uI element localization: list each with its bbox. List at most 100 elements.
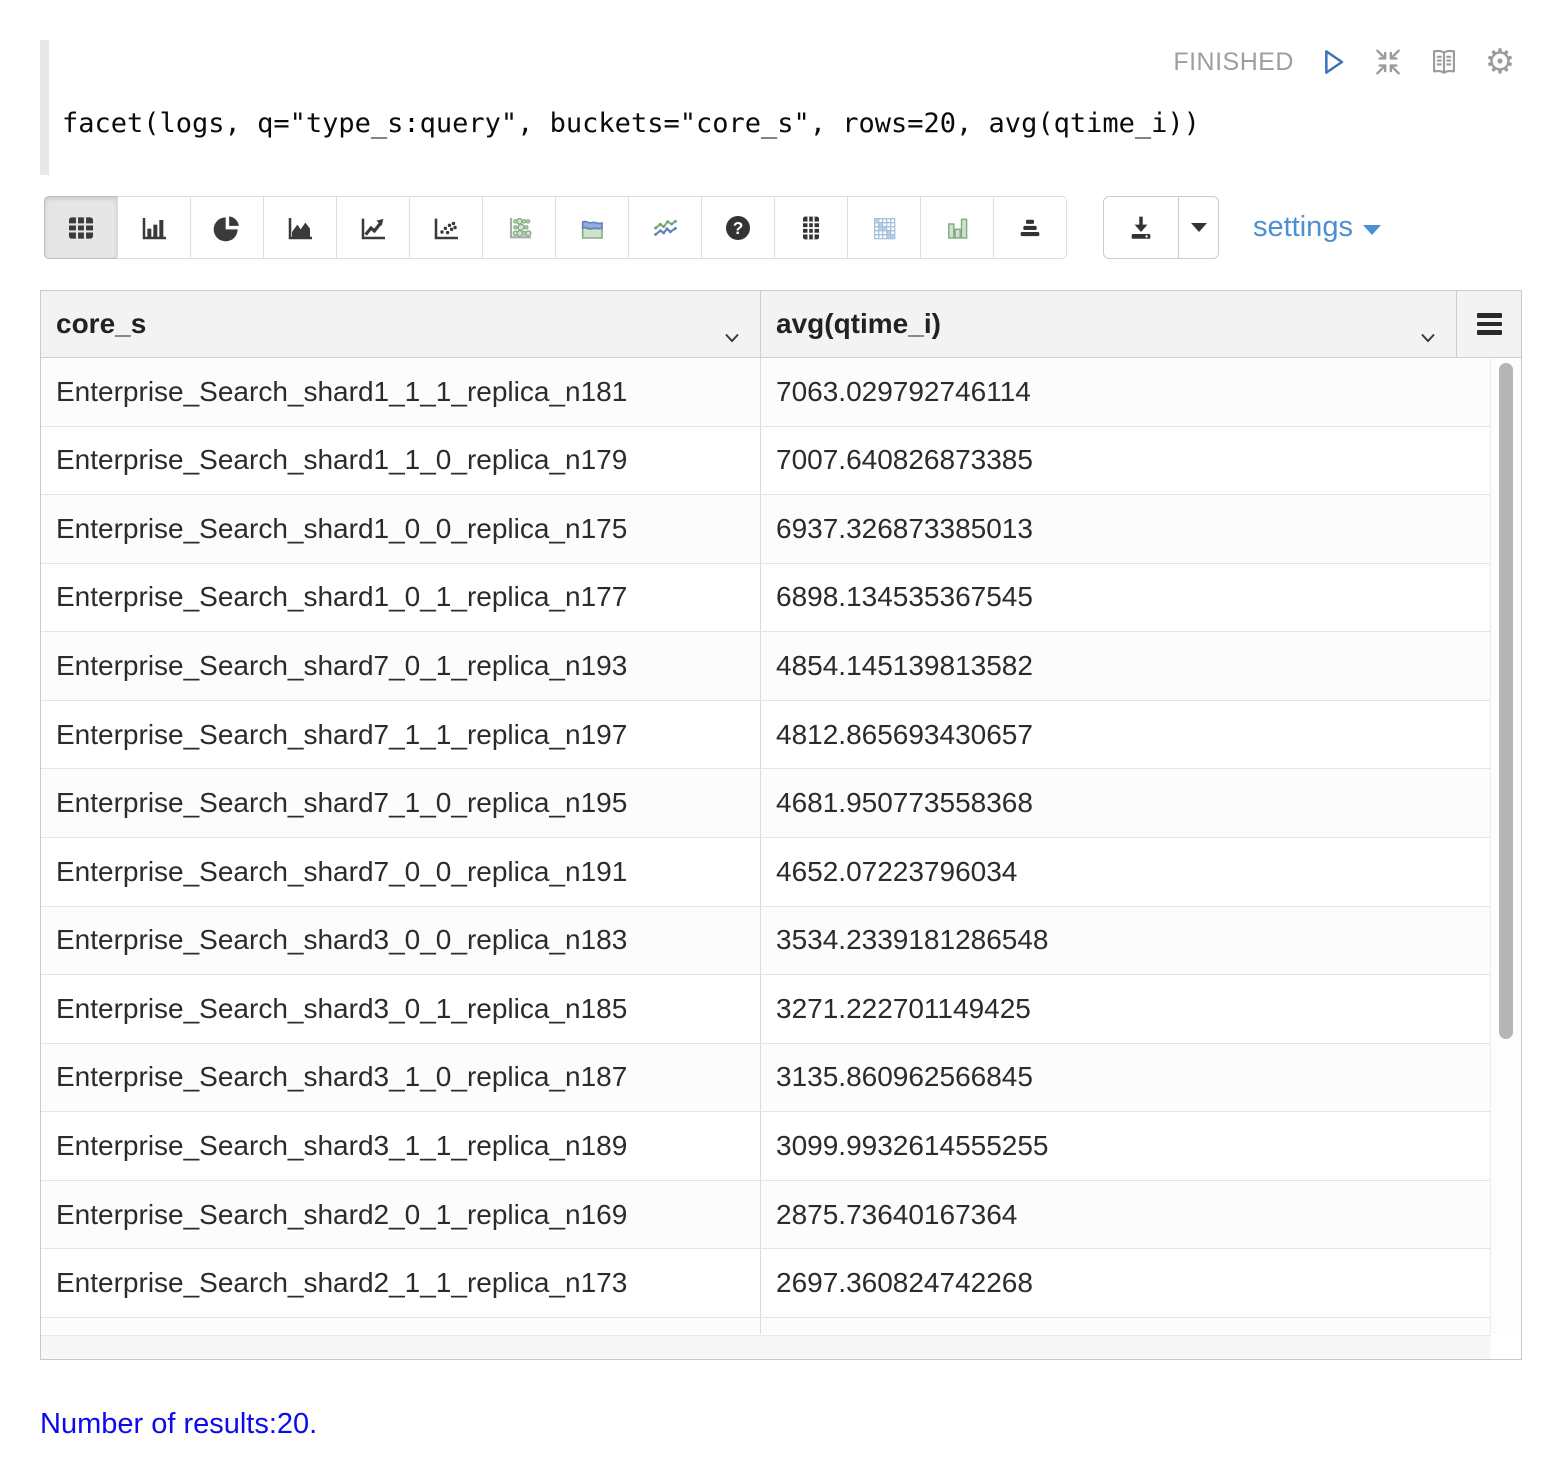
table-row-partial [41, 1318, 1490, 1334]
table-row: Enterprise_Search_shard3_1_0_replica_n18… [41, 1044, 1490, 1113]
chart-type-stacked-area-button[interactable] [555, 196, 629, 259]
column-label: core_s [56, 308, 146, 340]
cell-avg-qtime-i: 2697.360824742268 [761, 1249, 1490, 1317]
cell-core-s [41, 1318, 761, 1334]
results-count: Number of results:20. [40, 1408, 317, 1441]
download-options-button[interactable] [1178, 196, 1219, 259]
table-row: Enterprise_Search_shard7_1_0_replica_n19… [41, 769, 1490, 838]
chart-type-multi-line-button[interactable] [628, 196, 702, 259]
scatter-chart-icon [430, 212, 462, 244]
bar-chart-icon [138, 212, 170, 244]
table-row: Enterprise_Search_shard1_0_0_replica_n17… [41, 495, 1490, 564]
line-chart-icon [357, 212, 389, 244]
column-header-avg-qtime-i[interactable]: avg(qtime_i) [761, 291, 1457, 357]
chart-type-pie-chart-button[interactable] [190, 196, 264, 259]
download-split-button [1103, 196, 1219, 259]
cell-core-s: Enterprise_Search_shard2_1_1_replica_n17… [41, 1249, 761, 1317]
pyramid-icon [1014, 212, 1046, 244]
cell-avg-qtime-i: 4854.145139813582 [761, 632, 1490, 700]
cell-core-s: Enterprise_Search_shard3_1_0_replica_n18… [41, 1044, 761, 1112]
cell-avg-qtime-i: 7007.640826873385 [761, 427, 1490, 495]
cell-avg-qtime-i: 3099.9932614555255 [761, 1112, 1490, 1180]
settings-caret-icon [1363, 225, 1381, 235]
cell-core-s: Enterprise_Search_shard3_0_0_replica_n18… [41, 907, 761, 975]
table-row: Enterprise_Search_shard7_0_1_replica_n19… [41, 632, 1490, 701]
table-row: Enterprise_Search_shard3_0_1_replica_n18… [41, 975, 1490, 1044]
cell-avg-qtime-i: 3135.860962566845 [761, 1044, 1490, 1112]
grid-header: core_s avg(qtime_i) [41, 291, 1521, 358]
multi-line-icon [649, 212, 681, 244]
table-row: Enterprise_Search_shard7_1_1_replica_n19… [41, 701, 1490, 770]
vertical-scrollbar[interactable] [1491, 358, 1521, 1334]
chart-type-bubble-grid-button[interactable] [482, 196, 556, 259]
shrink-paragraph-icon[interactable] [1370, 44, 1406, 80]
chart-type-pyramid-button[interactable] [993, 196, 1067, 259]
code-editor[interactable]: facet(logs, q="type_s:query", buckets="c… [62, 108, 1200, 139]
cell-avg-qtime-i: 6937.326873385013 [761, 495, 1490, 563]
caret-down-icon [1191, 223, 1207, 232]
pivot-grid-icon [795, 212, 827, 244]
chart-type-column-green-button[interactable] [920, 196, 994, 259]
chart-type-heatmap-button[interactable] [847, 196, 921, 259]
cell-core-s: Enterprise_Search_shard7_0_1_replica_n19… [41, 632, 761, 700]
cell-avg-qtime-i: 7063.029792746114 [761, 358, 1490, 426]
cell-core-s: Enterprise_Search_shard1_1_0_replica_n17… [41, 427, 761, 495]
download-icon [1125, 212, 1157, 244]
chart-type-pivot-grid-button[interactable] [774, 196, 848, 259]
download-button[interactable] [1103, 196, 1179, 259]
table-row: Enterprise_Search_shard2_0_1_replica_n16… [41, 1181, 1490, 1250]
cell-avg-qtime-i: 3271.222701149425 [761, 975, 1490, 1043]
chevron-down-icon[interactable] [724, 318, 740, 350]
table-row: Enterprise_Search_shard3_1_1_replica_n18… [41, 1112, 1490, 1181]
cell-avg-qtime-i: 2875.73640167364 [761, 1181, 1490, 1249]
run-play-icon[interactable] [1314, 44, 1350, 80]
chart-type-bar-chart-button[interactable] [117, 196, 191, 259]
cell-avg-qtime-i: 4652.07223796034 [761, 838, 1490, 906]
column-label: avg(qtime_i) [776, 308, 941, 340]
vertical-scrollbar-thumb[interactable] [1499, 363, 1513, 1039]
table-row: Enterprise_Search_shard1_1_0_replica_n17… [41, 427, 1490, 496]
cell-avg-qtime-i: 6898.134535367545 [761, 564, 1490, 632]
cell-core-s: Enterprise_Search_shard7_1_1_replica_n19… [41, 701, 761, 769]
cell-avg-qtime-i [761, 1318, 1490, 1334]
chart-type-scatter-chart-button[interactable] [409, 196, 483, 259]
column-header-core-s[interactable]: core_s [41, 291, 761, 357]
cell-core-s: Enterprise_Search_shard1_1_1_replica_n18… [41, 358, 761, 426]
visualization-toolbar: ? settings [44, 196, 1381, 259]
gear-icon[interactable]: ⚙ [1482, 44, 1518, 80]
chart-type-line-chart-button[interactable] [336, 196, 410, 259]
chart-type-table-button[interactable] [44, 196, 118, 259]
show-editor-book-icon[interactable] [1426, 44, 1462, 80]
hamburger-menu-icon [1477, 313, 1502, 335]
help-icon: ? [722, 212, 754, 244]
chart-type-group: ? [44, 196, 1067, 259]
chart-type-area-chart-button[interactable] [263, 196, 337, 259]
settings-label: settings [1253, 211, 1353, 244]
table-row: Enterprise_Search_shard3_0_0_replica_n18… [41, 907, 1490, 976]
cell-core-s: Enterprise_Search_shard7_1_0_replica_n19… [41, 769, 761, 837]
heatmap-icon [868, 212, 900, 244]
cell-core-s: Enterprise_Search_shard7_0_0_replica_n19… [41, 838, 761, 906]
cell-core-s: Enterprise_Search_shard1_0_0_replica_n17… [41, 495, 761, 563]
editor-gutter [40, 40, 49, 175]
grid-body: Enterprise_Search_shard1_1_1_replica_n18… [41, 358, 1491, 1334]
grid-menu-button[interactable] [1457, 291, 1521, 357]
table-row: Enterprise_Search_shard1_1_1_replica_n18… [41, 358, 1490, 427]
cell-core-s: Enterprise_Search_shard3_0_1_replica_n18… [41, 975, 761, 1043]
stacked-area-icon [576, 212, 608, 244]
table-row: Enterprise_Search_shard7_0_0_replica_n19… [41, 838, 1490, 907]
horizontal-scrollbar[interactable] [41, 1335, 1491, 1359]
chart-type-help-button[interactable]: ? [701, 196, 775, 259]
pie-chart-icon [211, 212, 243, 244]
bubble-grid-icon [503, 212, 535, 244]
cell-core-s: Enterprise_Search_shard1_0_1_replica_n17… [41, 564, 761, 632]
cell-avg-qtime-i: 4681.950773558368 [761, 769, 1490, 837]
table-row: Enterprise_Search_shard2_1_1_replica_n17… [41, 1249, 1490, 1318]
settings-dropdown[interactable]: settings [1253, 196, 1381, 259]
column-green-icon [941, 212, 973, 244]
area-chart-icon [284, 212, 316, 244]
cell-avg-qtime-i: 4812.865693430657 [761, 701, 1490, 769]
chevron-down-icon[interactable] [1420, 318, 1436, 350]
scrollbar-corner [1491, 1335, 1521, 1359]
svg-text:?: ? [733, 217, 744, 237]
